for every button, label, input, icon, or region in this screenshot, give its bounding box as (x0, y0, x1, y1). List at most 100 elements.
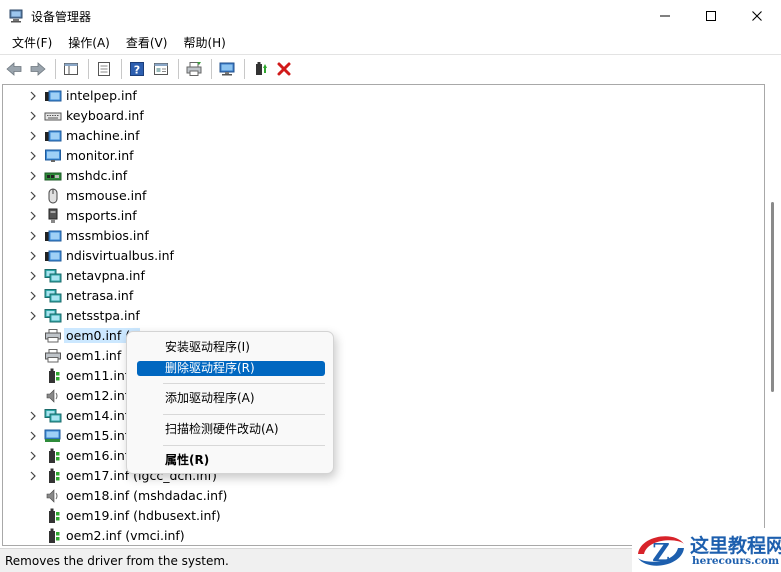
minimize-button[interactable] (642, 0, 688, 32)
context-menu-item[interactable]: 属性(R) (137, 453, 325, 468)
uninstall-icon (277, 62, 291, 75)
mouse-icon (44, 188, 62, 204)
toolbar: ? (0, 54, 781, 82)
tree-row[interactable]: netsstpa.inf (3, 306, 763, 326)
chevron-right-icon[interactable] (27, 90, 39, 102)
chevron-right-icon[interactable] (27, 150, 39, 162)
device-manager-app-icon (9, 9, 23, 23)
speaker-icon (44, 488, 62, 504)
window-title: 设备管理器 (31, 10, 92, 24)
chevron-right-icon[interactable] (27, 270, 39, 282)
chevron-right-icon[interactable] (27, 190, 39, 202)
svg-text:?: ? (134, 63, 140, 76)
tree-item-label: monitor.inf (66, 148, 134, 163)
tree-item-label: ndisvirtualbus.inf (66, 248, 174, 263)
menu-action[interactable]: 操作(A) (60, 32, 118, 54)
monitor-icon (44, 148, 62, 164)
chevron-right-icon[interactable] (27, 250, 39, 262)
tree-row[interactable]: intelpep.inf (3, 86, 763, 106)
tree-row[interactable]: netrasa.inf (3, 286, 763, 306)
menu-file[interactable]: 文件(F) (4, 32, 60, 54)
tree-item-label: mssmbios.inf (66, 228, 149, 243)
system-device-icon (44, 128, 62, 144)
menu-help[interactable]: 帮助(H) (175, 32, 233, 54)
context-menu-item[interactable]: 删除驱动程序(R) (137, 361, 325, 376)
chevron-right-icon[interactable] (27, 430, 39, 442)
scrollbar-thumb[interactable] (771, 202, 774, 392)
tree-row[interactable]: oem11.inf (3, 366, 763, 386)
context-menu-item[interactable]: 添加驱动程序(A) (137, 391, 325, 406)
vertical-scrollbar[interactable] (766, 84, 780, 546)
tree-row[interactable]: oem0.inf (p (3, 326, 763, 346)
network-icon (44, 288, 62, 304)
tree-row[interactable]: oem17.inf (igcc_dch.inf) (3, 466, 763, 486)
chevron-right-icon[interactable] (27, 410, 39, 422)
device-tree[interactable]: intelpep.inf keyboard.inf machine.inf monit… (2, 84, 765, 546)
chevron-right-icon[interactable] (27, 230, 39, 242)
tree-row[interactable]: ndisvirtualbus.inf (3, 246, 763, 266)
tree-row[interactable]: monitor.inf (3, 146, 763, 166)
tree-row[interactable]: msports.inf (3, 206, 763, 226)
tree-row[interactable]: oem14.inf (3, 406, 763, 426)
tree-row[interactable]: oem12.inf (3, 386, 763, 406)
back-button[interactable] (3, 58, 25, 80)
chevron-right-icon[interactable] (27, 110, 39, 122)
network-icon (44, 268, 62, 284)
show-hide-tree-button[interactable] (60, 58, 82, 80)
chevron-right-icon[interactable] (27, 130, 39, 142)
printer-icon (44, 348, 62, 364)
disk-controller-icon (44, 168, 62, 184)
tree-row[interactable]: mshdc.inf (3, 166, 763, 186)
usb-device-icon (44, 368, 62, 384)
tree-row[interactable]: machine.inf (3, 126, 763, 146)
chevron-right-icon[interactable] (27, 450, 39, 462)
close-button[interactable] (734, 0, 780, 32)
context-menu-item[interactable]: 扫描检测硬件改动(A) (137, 422, 325, 437)
help-button[interactable]: ? (126, 58, 148, 80)
tree-row[interactable]: netavpna.inf (3, 266, 763, 286)
tree-row[interactable]: oem1.inf (p (3, 346, 763, 366)
tree-item-label: netsstpa.inf (66, 308, 140, 323)
uninstall-button[interactable] (273, 58, 295, 80)
tree-row[interactable]: oem16.inf (3, 446, 763, 466)
view-button[interactable] (150, 58, 172, 80)
forward-button[interactable] (27, 58, 49, 80)
toolbar-separator (55, 58, 56, 79)
tree-row[interactable]: oem19.inf (hdbusext.inf) (3, 506, 763, 526)
tree-item-label: oem2.inf (vmci.inf) (66, 528, 185, 543)
properties-button[interactable] (93, 58, 115, 80)
minimize-icon (660, 15, 670, 17)
chevron-right-icon[interactable] (27, 210, 39, 222)
maximize-button[interactable] (688, 0, 734, 32)
tree-row[interactable]: msmouse.inf (3, 186, 763, 206)
toolbar-separator (211, 58, 212, 79)
print-button[interactable] (183, 58, 205, 80)
context-menu: 安装驱动程序(I) 删除驱动程序(R) 添加驱动程序(A) 扫描检测硬件改动(A) 属性… (126, 331, 334, 474)
tree-row[interactable]: keyboard.inf (3, 106, 763, 126)
update-driver-button[interactable] (249, 58, 271, 80)
tree-item-label: oem18.inf (mshdadac.inf) (66, 488, 228, 503)
tree-item-label: mshdc.inf (66, 168, 128, 183)
keyboard-icon (44, 108, 62, 124)
tree-item-label: intelpep.inf (66, 88, 137, 103)
context-menu-separator (163, 445, 325, 446)
view-icon (154, 62, 168, 75)
menu-view[interactable]: 查看(V) (118, 32, 176, 54)
speaker-icon (44, 388, 62, 404)
context-menu-item[interactable]: 安装驱动程序(I) (137, 340, 325, 355)
system-device-icon (44, 248, 62, 264)
status-text: Removes the driver from the system. (5, 554, 229, 568)
chevron-right-icon[interactable] (27, 170, 39, 182)
forward-icon (30, 61, 46, 76)
chevron-right-icon[interactable] (27, 310, 39, 322)
chevron-right-icon[interactable] (27, 290, 39, 302)
print-icon (186, 61, 202, 76)
tree-row[interactable]: oem15.inf (3, 426, 763, 446)
tree-row[interactable]: oem18.inf (mshdadac.inf) (3, 486, 763, 506)
usb-device-icon (44, 508, 62, 524)
maximize-icon (706, 11, 716, 21)
tree-row[interactable]: mssmbios.inf (3, 226, 763, 246)
title-bar: 设备管理器 (0, 0, 781, 32)
chevron-right-icon[interactable] (27, 470, 39, 482)
scan-hardware-button[interactable] (216, 58, 238, 80)
